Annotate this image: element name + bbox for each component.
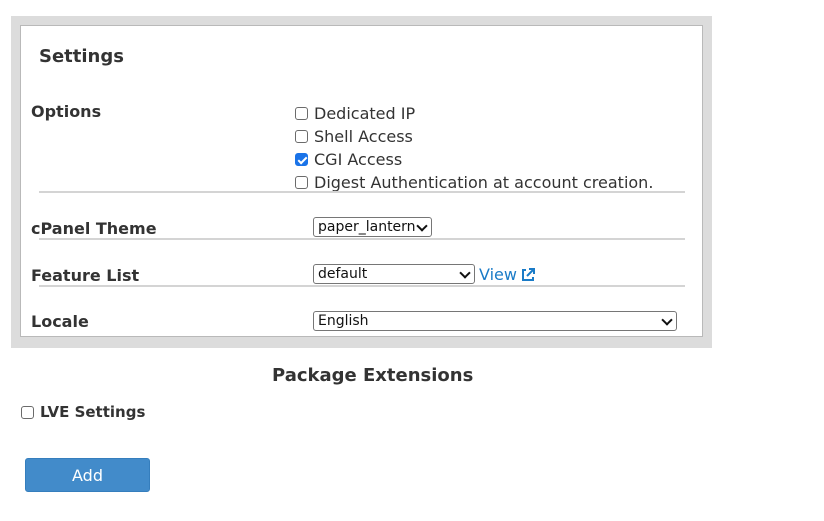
locale-value: English	[318, 313, 369, 329]
settings-title: Settings	[39, 46, 124, 67]
option-cgi-access[interactable]: CGI Access	[295, 150, 402, 169]
shell-access-checkbox[interactable]	[295, 130, 308, 143]
feature-list-label: Feature List	[31, 266, 140, 285]
option-digest-auth[interactable]: Digest Authentication at account creatio…	[295, 173, 653, 192]
settings-section: Settings Options Dedicated IP Shell Acce…	[11, 16, 712, 348]
digest-auth-checkbox[interactable]	[295, 176, 308, 189]
locale-select[interactable]: English	[313, 311, 677, 331]
row-divider	[39, 285, 685, 287]
external-link-icon	[520, 267, 536, 283]
view-link-label: View	[479, 265, 517, 284]
cgi-access-label: CGI Access	[314, 150, 403, 169]
locale-label: Locale	[31, 312, 89, 331]
cpanel-theme-select[interactable]: paper_lantern	[313, 217, 432, 237]
row-divider	[39, 191, 685, 193]
feature-list-value: default	[318, 266, 368, 282]
shell-access-label: Shell Access	[314, 127, 413, 146]
cgi-access-checkbox[interactable]	[295, 153, 308, 166]
row-divider	[39, 238, 685, 240]
lve-settings-label: LVE Settings	[40, 403, 146, 421]
cpanel-theme-label: cPanel Theme	[31, 219, 157, 238]
dedicated-ip-checkbox[interactable]	[295, 107, 308, 120]
options-label: Options	[31, 102, 102, 121]
feature-list-select[interactable]: default	[313, 264, 475, 284]
option-shell-access[interactable]: Shell Access	[295, 127, 413, 146]
chevron-down-icon	[459, 267, 471, 279]
lve-settings-option[interactable]: LVE Settings	[21, 403, 145, 421]
chevron-down-icon	[416, 220, 428, 232]
cpanel-theme-value: paper_lantern	[318, 219, 416, 235]
option-dedicated-ip[interactable]: Dedicated IP	[295, 104, 415, 123]
settings-panel: Settings Options Dedicated IP Shell Acce…	[20, 25, 703, 337]
digest-auth-label: Digest Authentication at account creatio…	[314, 173, 654, 192]
lve-settings-checkbox[interactable]	[21, 405, 34, 419]
feature-list-view-link[interactable]: View	[479, 265, 536, 284]
chevron-down-icon	[661, 314, 673, 326]
package-extensions-title: Package Extensions	[272, 365, 474, 386]
add-button[interactable]: Add	[25, 458, 150, 492]
dedicated-ip-label: Dedicated IP	[314, 104, 416, 123]
